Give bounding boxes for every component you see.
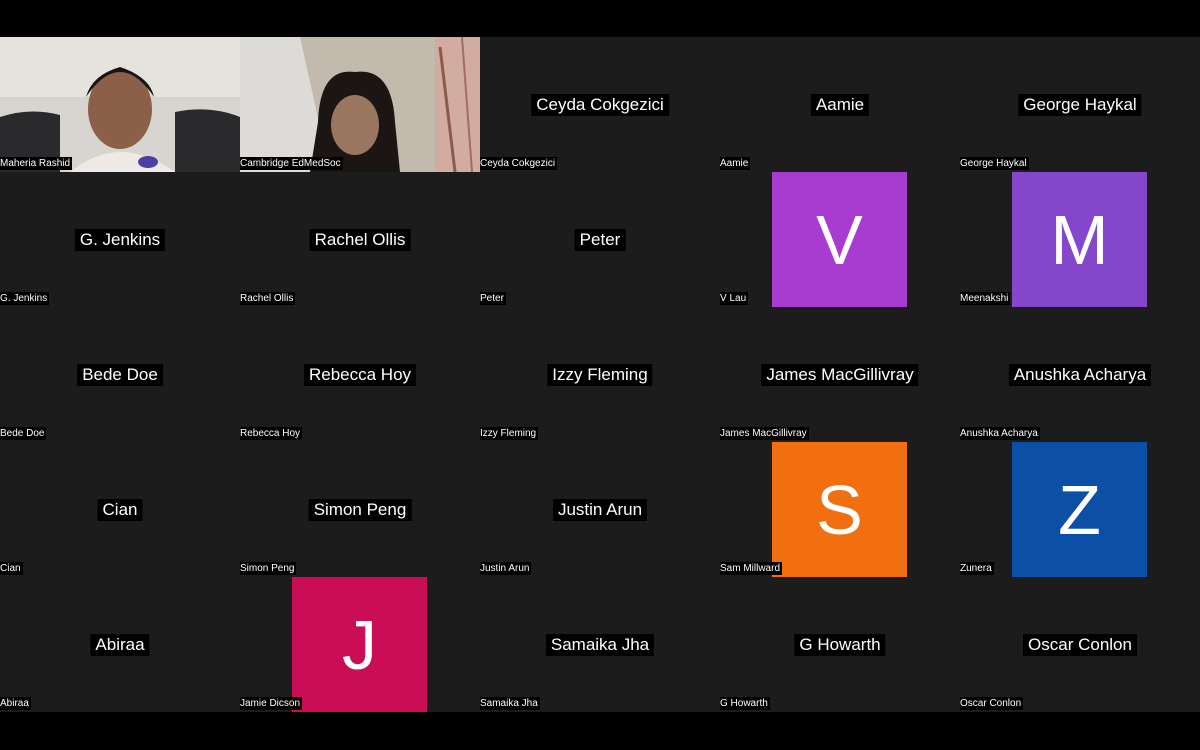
participant-tile[interactable]: M Meenakshi [960, 172, 1200, 307]
participant-name-label: G. Jenkins [0, 292, 50, 305]
participant-tile[interactable]: Aamie Aamie [720, 37, 960, 172]
participant-tile[interactable]: James MacGillivray James MacGillivray [720, 307, 960, 442]
participant-name-label: Bede Doe [0, 427, 47, 440]
participant-name-label: Izzy Fleming [480, 427, 539, 440]
avatar: M [1012, 172, 1147, 307]
participant-display-name: Anushka Acharya [1008, 363, 1152, 386]
participant-display-name: G Howarth [794, 633, 886, 656]
participant-tile[interactable]: Justin Arun Justin Arun [480, 442, 720, 577]
participant-name-label: Cambridge EdMedSoc [240, 157, 343, 170]
participant-name-label: Maheria Rashid [0, 157, 73, 170]
participant-display-name: Samaika Jha [545, 633, 655, 656]
participant-display-name: Simon Peng [308, 498, 412, 521]
participant-name-label: Rebecca Hoy [240, 427, 303, 440]
participant-name-label: James MacGillivray [720, 427, 809, 440]
participant-tile[interactable]: Maheria Rashid [0, 37, 240, 172]
participant-display-name: Izzy Fleming [547, 363, 653, 386]
participant-tile[interactable]: Abiraa Abiraa [0, 577, 240, 712]
participant-tile[interactable]: Samaika Jha Samaika Jha [480, 577, 720, 712]
participant-tile[interactable]: Cambridge EdMedSoc [240, 37, 480, 172]
participant-tile[interactable]: J Jamie Dicson [240, 577, 480, 712]
participant-tile[interactable]: S Sam Millward [720, 442, 960, 577]
participant-grid: Maheria Rashid Cambridge EdMedSoc Ceyda C… [0, 37, 1200, 712]
participant-display-name: Rebecca Hoy [303, 363, 417, 386]
participant-name-label: Ceyda Cokgezici [480, 157, 558, 170]
participant-name-label: Simon Peng [240, 562, 297, 575]
participant-name-label: V Lau [720, 292, 749, 305]
participant-name-label: Zunera [960, 562, 994, 575]
participant-name-label: Meenakshi [960, 292, 1011, 305]
participant-video [0, 37, 240, 172]
participant-display-name: Aamie [810, 93, 870, 116]
participant-video [240, 37, 480, 172]
participant-tile[interactable]: Cian Cian [0, 442, 240, 577]
participant-display-name: Rachel Ollis [309, 228, 411, 251]
participant-tile[interactable]: V V Lau [720, 172, 960, 307]
participant-display-name: Bede Doe [77, 363, 163, 386]
participant-name-label: Cian [0, 562, 23, 575]
avatar: V [772, 172, 907, 307]
participant-name-label: Justin Arun [480, 562, 532, 575]
avatar-initial: J [342, 605, 377, 684]
avatar: Z [1012, 442, 1147, 577]
participant-tile[interactable]: Z Zunera [960, 442, 1200, 577]
avatar: J [292, 577, 427, 712]
participant-display-name: George Haykal [1018, 93, 1142, 116]
participant-name-label: George Haykal [960, 157, 1029, 170]
participant-name-label: Samaika Jha [480, 697, 540, 710]
participant-name-label: Sam Millward [720, 562, 783, 575]
gallery-view: Maheria Rashid Cambridge EdMedSoc Ceyda C… [0, 37, 1200, 712]
participant-name-label: Aamie [720, 157, 751, 170]
participant-tile[interactable]: G Howarth G Howarth [720, 577, 960, 712]
participant-tile[interactable]: Peter Peter [480, 172, 720, 307]
participant-tile[interactable]: Ceyda Cokgezici Ceyda Cokgezici [480, 37, 720, 172]
participant-display-name: Cian [97, 498, 143, 521]
avatar-initial: Z [1058, 470, 1101, 549]
participant-tile[interactable]: Izzy Fleming Izzy Fleming [480, 307, 720, 442]
avatar-initial: M [1050, 200, 1109, 279]
avatar: S [772, 442, 907, 577]
participant-name-label: Abiraa [0, 697, 31, 710]
avatar-initial: V [816, 200, 863, 279]
participant-name-label: Peter [480, 292, 506, 305]
participant-tile[interactable]: Rebecca Hoy Rebecca Hoy [240, 307, 480, 442]
participant-display-name: Abiraa [90, 633, 150, 656]
participant-tile[interactable]: Bede Doe Bede Doe [0, 307, 240, 442]
participant-tile[interactable]: George Haykal George Haykal [960, 37, 1200, 172]
participant-name-label: Jamie Dicson [240, 697, 303, 710]
participant-display-name: Ceyda Cokgezici [531, 93, 669, 116]
participant-display-name: Peter [574, 228, 626, 251]
avatar-initial: S [816, 470, 863, 549]
participant-name-label: Oscar Conlon [960, 697, 1024, 710]
participant-tile[interactable]: G. Jenkins G. Jenkins [0, 172, 240, 307]
participant-display-name: James MacGillivray [761, 363, 919, 386]
participant-tile[interactable]: Rachel Ollis Rachel Ollis [240, 172, 480, 307]
participant-display-name: Oscar Conlon [1023, 633, 1137, 656]
participant-display-name: G. Jenkins [74, 228, 166, 251]
participant-tile[interactable]: Simon Peng Simon Peng [240, 442, 480, 577]
participant-name-label: Rachel Ollis [240, 292, 296, 305]
participant-tile[interactable]: Anushka Acharya Anushka Acharya [960, 307, 1200, 442]
participant-name-label: Anushka Acharya [960, 427, 1040, 440]
participant-tile[interactable]: Oscar Conlon Oscar Conlon [960, 577, 1200, 712]
participant-display-name: Justin Arun [552, 498, 648, 521]
participant-name-label: G Howarth [720, 697, 770, 710]
